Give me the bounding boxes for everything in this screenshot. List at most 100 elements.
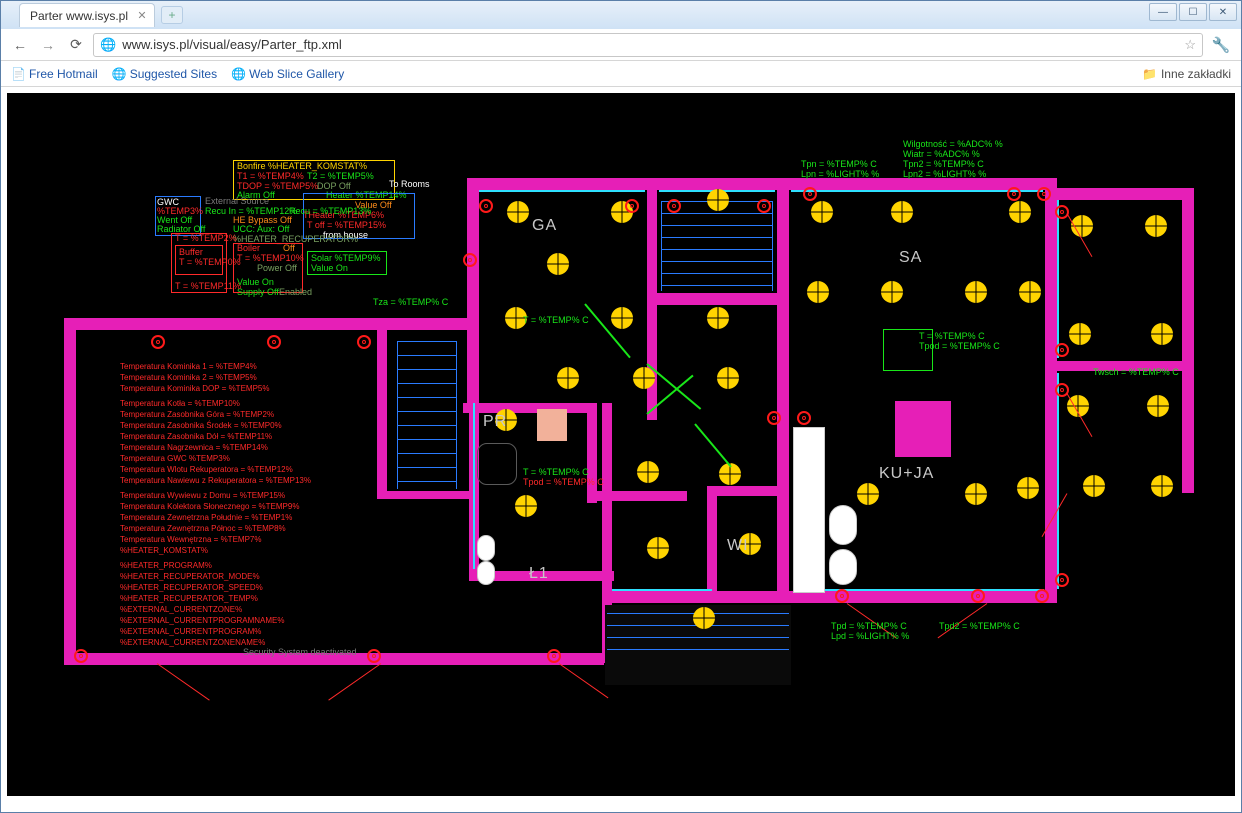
wall [707, 486, 717, 601]
bookmark-suggested-sites[interactable]: 🌐Suggested Sites [112, 67, 217, 81]
light-icon[interactable] [965, 281, 987, 303]
buffer-t: T = %TEMP0% [179, 257, 241, 267]
light-icon[interactable] [891, 201, 913, 223]
light-icon[interactable] [515, 495, 537, 517]
list-item: Temperatura Zewnętrzna Południe = %TEMP1… [120, 512, 311, 523]
list-item: Temperatura Kominika DOP = %TEMP5% [120, 383, 311, 394]
rail [473, 403, 475, 569]
lpn: Lpn = %LIGHT% % [801, 169, 879, 179]
sensor-icon [357, 335, 371, 349]
bookmark-free-hotmail[interactable]: 📄Free Hotmail [11, 67, 98, 81]
boiler-p: Power Off [257, 263, 297, 273]
furniture [895, 401, 951, 457]
sensor-icon [1055, 573, 1069, 587]
light-icon[interactable] [811, 201, 833, 223]
light-icon[interactable] [857, 483, 879, 505]
other-bookmarks-folder[interactable]: 📁 Inne zakładki [1142, 67, 1231, 81]
list-item: %EXTERNAL_CURRENTZONENAME% [120, 637, 311, 648]
close-tab-icon[interactable]: ✕ [136, 9, 148, 21]
sensor-icon [797, 411, 811, 425]
tpodpr: Tpod = %TEMP% C [523, 477, 604, 487]
tga: T = %TEMP% C [523, 315, 589, 325]
light-icon[interactable] [1151, 323, 1173, 345]
rail [1057, 373, 1059, 589]
furniture [477, 443, 517, 485]
browser-tab[interactable]: Parter www.isys.pl ✕ [19, 3, 155, 27]
ext-src: External Source [205, 196, 269, 206]
light-icon[interactable] [693, 607, 715, 629]
bookmarks-bar: 📄Free Hotmail 🌐Suggested Sites 🌐Web Slic… [1, 61, 1241, 87]
light-icon[interactable] [633, 367, 655, 389]
ucc: UCC: Aux: Off [233, 224, 289, 234]
light-icon[interactable] [707, 307, 729, 329]
tsa: T = %TEMP% C [919, 331, 985, 341]
list-item: Temperatura Nagrzewnica = %TEMP14% [120, 442, 311, 453]
navbar: ← → ⟳ 🌐 www.isys.pl/visual/easy/Parter_f… [1, 29, 1241, 61]
ie-icon: 🌐 [231, 67, 245, 81]
minimize-button[interactable]: — [1149, 3, 1177, 21]
counter [793, 427, 825, 593]
heater-box[interactable] [303, 193, 415, 239]
wall [64, 318, 76, 663]
wall [602, 591, 802, 603]
sensor-icon [367, 649, 381, 663]
light-icon[interactable] [557, 367, 579, 389]
url-input[interactable]: 🌐 www.isys.pl/visual/easy/Parter_ftp.xml… [93, 33, 1203, 57]
rail [1057, 200, 1059, 358]
light-icon[interactable] [1069, 323, 1091, 345]
list-item: %HEATER_RECUPERATOR_MODE% [120, 571, 311, 582]
maximize-button[interactable]: ☐ [1179, 3, 1207, 21]
list-item: %HEATER_RECUPERATOR_TEMP% [120, 593, 311, 604]
light-icon[interactable] [965, 483, 987, 505]
new-tab-button[interactable]: + [161, 6, 183, 24]
light-icon[interactable] [881, 281, 903, 303]
list-item: Temperatura Nawiewu z Rekuperatora = %TE… [120, 475, 311, 486]
reload-button[interactable]: ⟳ [65, 34, 87, 56]
light-icon[interactable] [1083, 475, 1105, 497]
door-swing [559, 663, 609, 698]
sensor-icon [151, 335, 165, 349]
light-icon[interactable] [717, 367, 739, 389]
light-icon[interactable] [1019, 281, 1041, 303]
lpd: Lpd = %LIGHT% % [831, 631, 909, 641]
light-icon[interactable] [547, 253, 569, 275]
wall [467, 178, 1057, 190]
tpd: Tpd = %TEMP% C [831, 621, 907, 631]
light-icon[interactable] [1145, 215, 1167, 237]
ie-icon: 🌐 [112, 67, 126, 81]
sensor-icon [803, 187, 817, 201]
rail [479, 190, 645, 192]
settings-wrench-icon[interactable]: 🔧 [1209, 33, 1233, 57]
forward-button[interactable]: → [37, 34, 59, 56]
light-icon[interactable] [611, 307, 633, 329]
toilet [477, 561, 495, 585]
page-icon: 📄 [11, 67, 25, 81]
list-item: Temperatura Zewnętrzna Północ = %TEMP8% [120, 523, 311, 534]
rail [791, 190, 1043, 192]
light-icon[interactable] [637, 461, 659, 483]
furniture [537, 409, 567, 441]
light-icon[interactable] [1151, 475, 1173, 497]
light-icon[interactable] [507, 201, 529, 223]
light-icon[interactable] [707, 189, 729, 211]
light-icon[interactable] [807, 281, 829, 303]
light-icon[interactable] [1017, 477, 1039, 499]
wilg: Wilgotność = %ADC% % [903, 139, 1003, 149]
rail [612, 589, 712, 591]
close-window-button[interactable]: ✕ [1209, 3, 1237, 21]
wiatr: Wiatr = %ADC% % [903, 149, 980, 159]
light-icon[interactable] [1009, 201, 1031, 223]
enabled: Enabled [279, 287, 312, 297]
browser-window: Parter www.isys.pl ✕ + — ☐ ✕ ← → ⟳ 🌐 www… [0, 0, 1242, 813]
light-icon[interactable] [647, 537, 669, 559]
wall [377, 321, 387, 499]
list-item: Temperatura Zasobnika Góra = %TEMP2% [120, 409, 311, 420]
sensor-icon [757, 199, 771, 213]
back-button[interactable]: ← [9, 34, 31, 56]
list-item: Temperatura Kolektora Słonecznego = %TEM… [120, 501, 311, 512]
stairs-ga [661, 201, 773, 291]
url-text: www.isys.pl/visual/easy/Parter_ftp.xml [122, 37, 342, 52]
bookmark-web-slice[interactable]: 🌐Web Slice Gallery [231, 67, 344, 81]
light-icon[interactable] [1147, 395, 1169, 417]
star-icon[interactable]: ☆ [1184, 37, 1196, 53]
